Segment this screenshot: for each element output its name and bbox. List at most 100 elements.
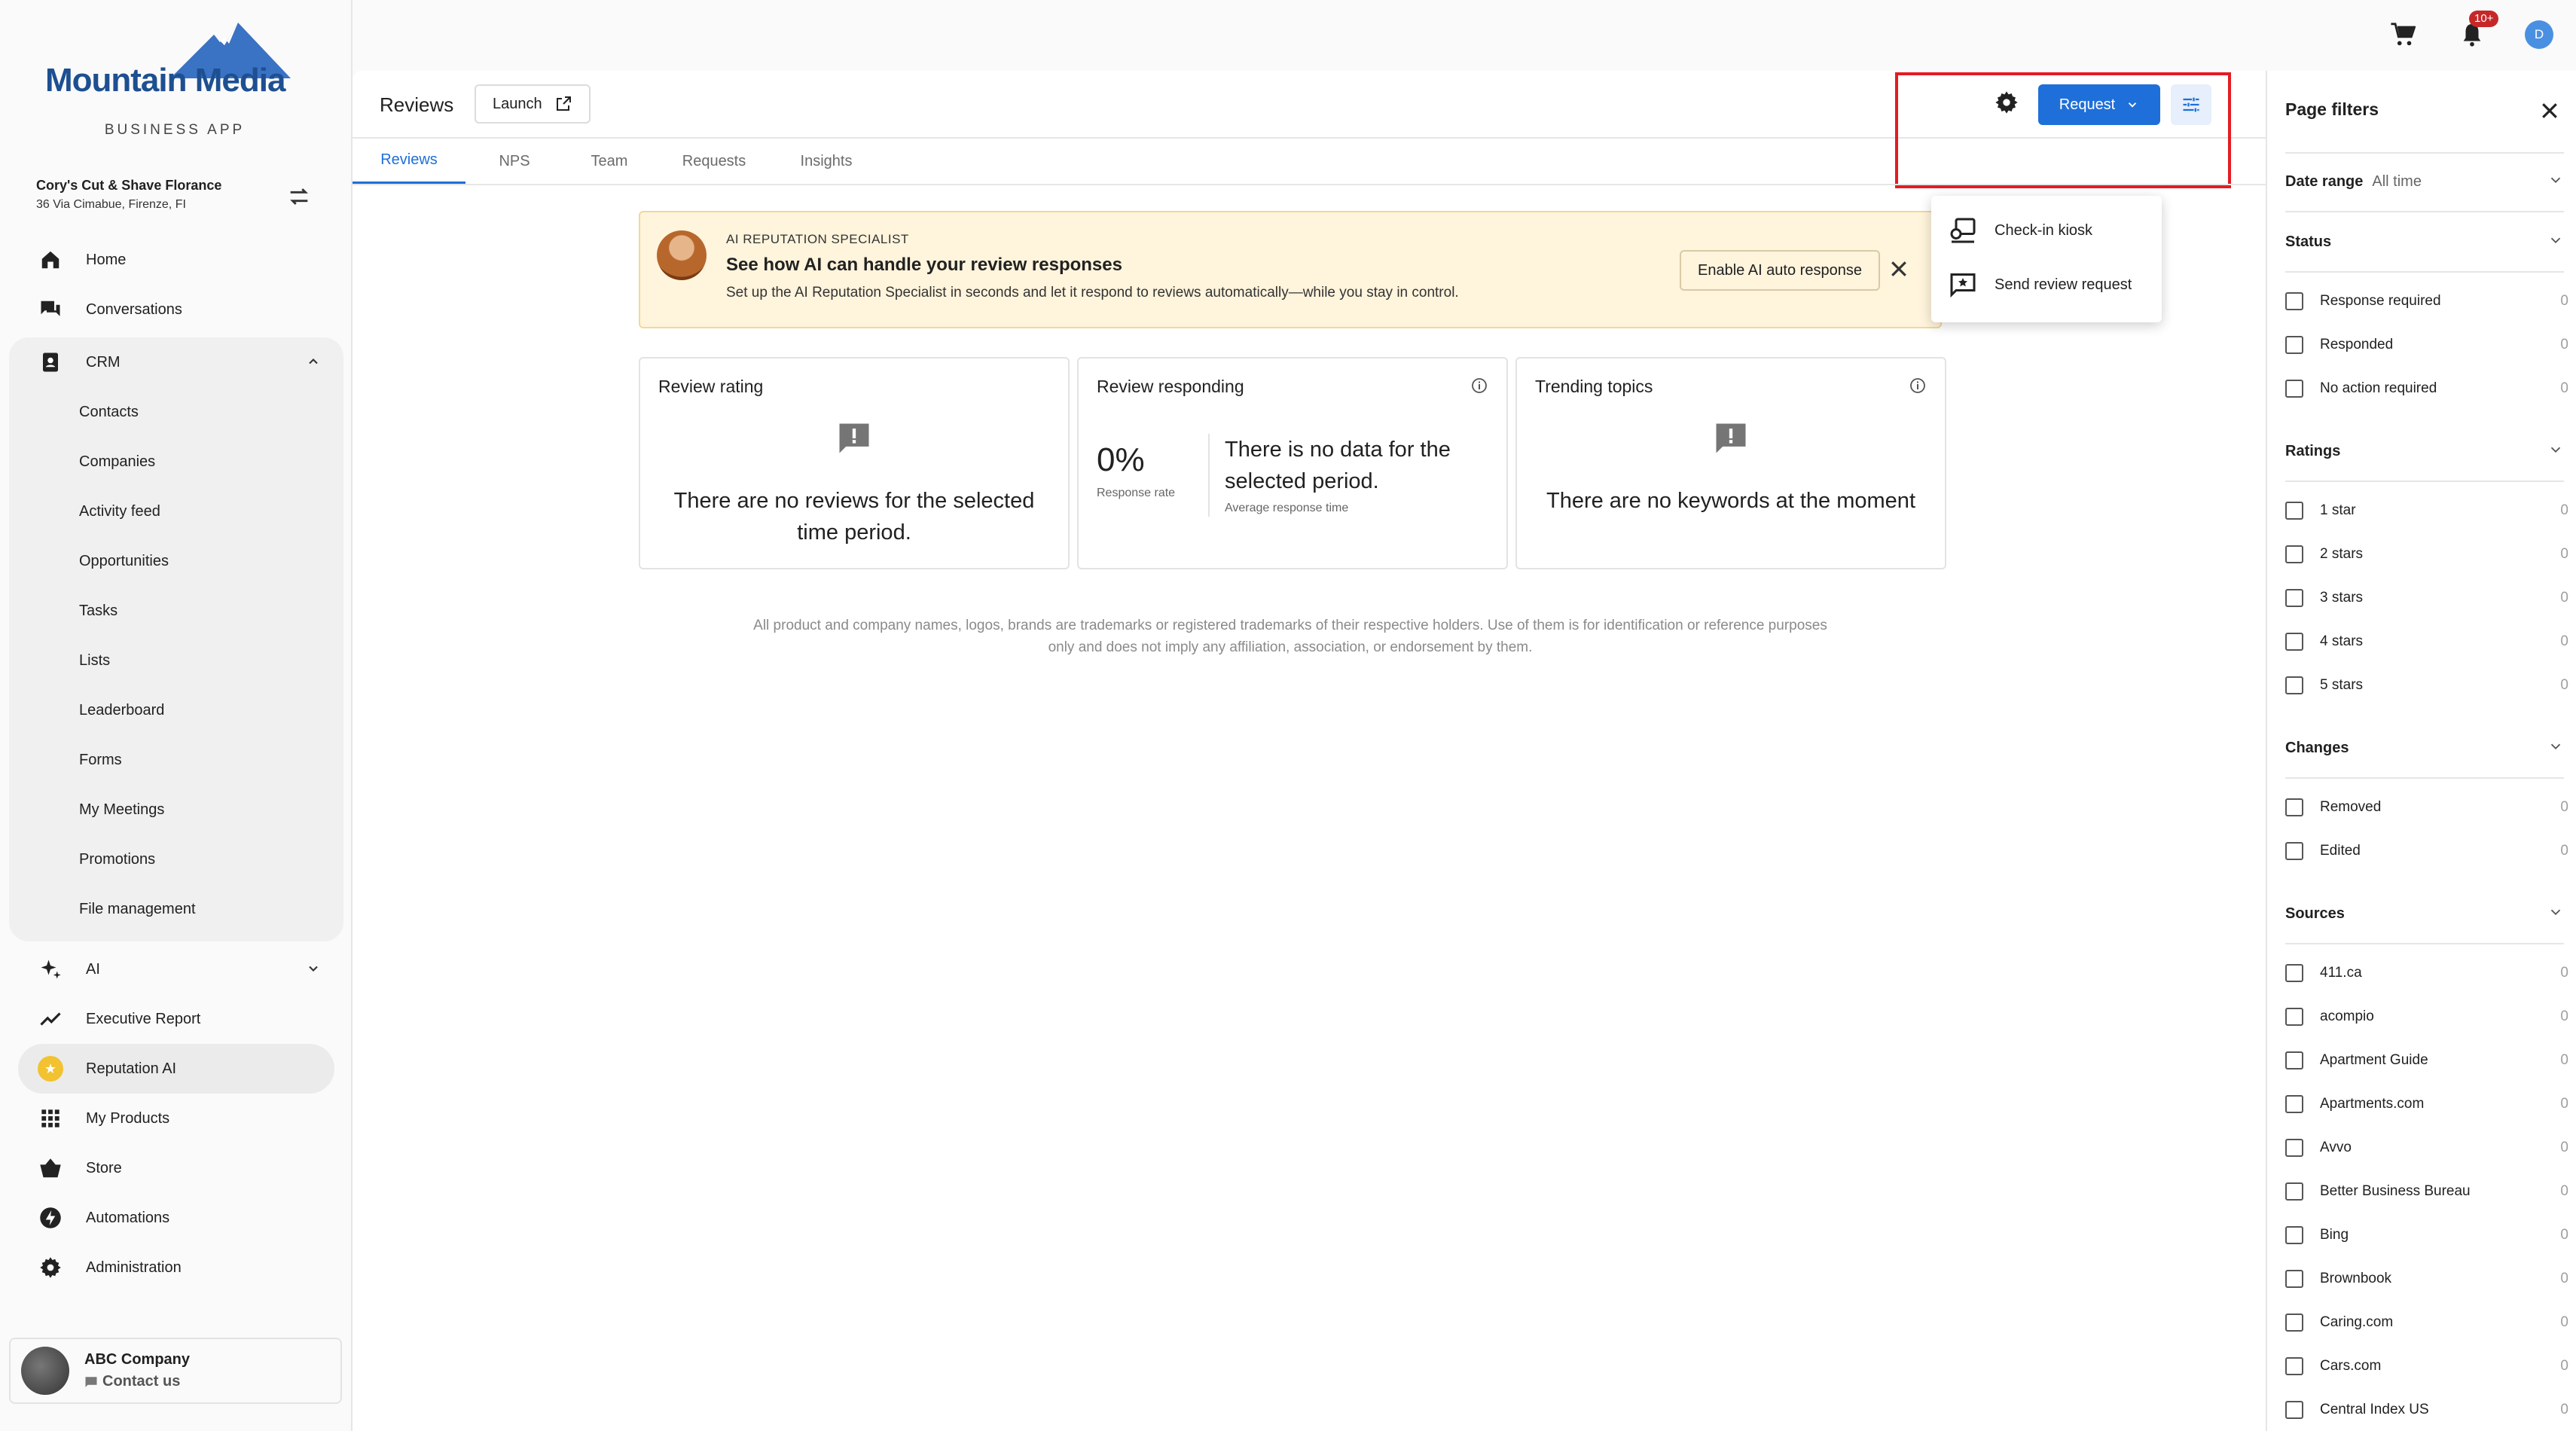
sidebar-item-my-products[interactable]: My Products (9, 1094, 343, 1143)
filter-option[interactable]: Responded 0 (2285, 336, 2568, 354)
filter-option[interactable]: 2 stars 0 (2285, 545, 2568, 563)
option-label: 2 stars (2320, 546, 2364, 562)
checkbox[interactable] (2285, 1182, 2303, 1201)
filter-option[interactable]: Cars.com 0 (2285, 1357, 2568, 1375)
sidebar-item-label: Home (86, 251, 127, 268)
filter-option[interactable]: acompio 0 (2285, 1008, 2568, 1026)
filter-option[interactable]: Apartment Guide 0 (2285, 1051, 2568, 1069)
checkbox[interactable] (2285, 1226, 2303, 1244)
tab-requests[interactable]: Requests (655, 139, 773, 184)
tab-reviews[interactable]: Reviews (353, 139, 465, 184)
sidebar-item-tasks[interactable]: Tasks (9, 586, 343, 636)
checkbox[interactable] (2285, 1051, 2303, 1069)
filter-option[interactable]: 3 stars 0 (2285, 589, 2568, 607)
checkbox[interactable] (2285, 633, 2303, 651)
filter-option[interactable]: Brownbook 0 (2285, 1270, 2568, 1288)
sources-filter-header[interactable]: Sources (2285, 905, 2564, 923)
menu-item-send-review-request[interactable]: Send review request (1931, 258, 2162, 312)
sidebar-item-reputation-ai[interactable]: ★ Reputation AI (18, 1044, 334, 1094)
launch-button[interactable]: Launch (475, 84, 591, 124)
filter-option[interactable]: Better Business Bureau 0 (2285, 1182, 2568, 1201)
checkbox[interactable] (2285, 798, 2303, 816)
chevron-down-icon[interactable] (306, 961, 321, 981)
filter-option[interactable]: No action required 0 (2285, 380, 2568, 398)
filter-option[interactable]: Bing 0 (2285, 1226, 2568, 1244)
filter-option[interactable]: Avvo 0 (2285, 1139, 2568, 1157)
enable-ai-button[interactable]: Enable AI auto response (1680, 250, 1880, 291)
filter-option[interactable]: 4 stars 0 (2285, 633, 2568, 651)
option-label: No action required (2320, 380, 2437, 396)
chevron-up-icon[interactable] (306, 354, 321, 374)
checkbox[interactable] (2285, 1357, 2303, 1375)
menu-item-check-in-kiosk[interactable]: Check-in kiosk (1931, 203, 2162, 258)
filter-option[interactable]: Central Index US 0 (2285, 1401, 2568, 1419)
checkbox[interactable] (2285, 676, 2303, 694)
changes-filter-header[interactable]: Changes (2285, 740, 2564, 757)
cart-icon[interactable] (2386, 18, 2419, 51)
checkbox[interactable] (2285, 380, 2303, 398)
filter-option[interactable]: 1 star 0 (2285, 502, 2568, 520)
checkbox[interactable] (2285, 1270, 2303, 1288)
checkbox[interactable] (2285, 1095, 2303, 1113)
contact-us-link[interactable]: Contact us (84, 1373, 190, 1390)
option-count: 0 (2560, 590, 2568, 606)
chevron-down-icon (2547, 232, 2564, 253)
empty-message: There is no data for the selected period… (1225, 438, 1451, 493)
brand-logo[interactable]: Mountain Media BUSINESS APP (42, 20, 313, 148)
info-icon[interactable] (1909, 377, 1927, 398)
sidebar-item-my-meetings[interactable]: My Meetings (9, 785, 343, 834)
checkbox[interactable] (2285, 1139, 2303, 1157)
sidebar-item-promotions[interactable]: Promotions (9, 834, 343, 884)
checkbox[interactable] (2285, 545, 2303, 563)
sidebar-item-forms[interactable]: Forms (9, 735, 343, 785)
sidebar-item-home[interactable]: Home (9, 235, 343, 285)
checkbox[interactable] (2285, 502, 2303, 520)
sidebar-item-file-management[interactable]: File management (9, 884, 343, 934)
checkbox[interactable] (2285, 964, 2303, 982)
filter-option[interactable]: 411.ca 0 (2285, 964, 2568, 982)
close-icon[interactable] (2538, 99, 2561, 126)
filter-option[interactable]: Response required 0 (2285, 292, 2568, 310)
bell-icon[interactable]: 10+ (2455, 11, 2499, 51)
tab-team[interactable]: Team (563, 139, 655, 184)
sidebar-item-executive-report[interactable]: Executive Report (9, 994, 343, 1044)
sidebar-item-contacts[interactable]: Contacts (9, 387, 343, 437)
sidebar-item-activity-feed[interactable]: Activity feed (9, 487, 343, 536)
checkbox[interactable] (2285, 589, 2303, 607)
sidebar-item-ai[interactable]: AI (9, 944, 343, 994)
sidebar-item-automations[interactable]: Automations (9, 1193, 343, 1243)
ratings-filter-header[interactable]: Ratings (2285, 443, 2564, 460)
option-label: Cars.com (2320, 1358, 2382, 1374)
status-filter-header[interactable]: Status (2285, 233, 2564, 251)
close-icon[interactable] (1888, 258, 1910, 284)
option-label: Responded (2320, 337, 2394, 352)
sidebar-item-administration[interactable]: Administration (9, 1243, 343, 1292)
sidebar-item-companies[interactable]: Companies (9, 437, 343, 487)
sidebar-item-lists[interactable]: Lists (9, 636, 343, 685)
checkbox[interactable] (2285, 1314, 2303, 1332)
switch-location-icon[interactable] (286, 184, 312, 213)
sidebar-item-store[interactable]: Store (9, 1143, 343, 1193)
filter-option[interactable]: Apartments.com 0 (2285, 1095, 2568, 1113)
filter-option[interactable]: 5 stars 0 (2285, 676, 2568, 694)
user-avatar[interactable]: D (2525, 20, 2553, 49)
company-card[interactable]: ABC Company Contact us (9, 1338, 342, 1404)
sidebar-item-leaderboard[interactable]: Leaderboard (9, 685, 343, 735)
filter-option[interactable]: Caring.com 0 (2285, 1314, 2568, 1332)
checkbox[interactable] (2285, 1008, 2303, 1026)
tab-nps[interactable]: NPS (465, 139, 563, 184)
sidebar-item-conversations[interactable]: Conversations (9, 285, 343, 334)
filter-option[interactable]: Edited 0 (2285, 842, 2568, 860)
tab-insights[interactable]: Insights (773, 139, 880, 184)
option-count: 0 (2560, 843, 2568, 859)
info-icon[interactable] (1470, 377, 1488, 398)
checkbox[interactable] (2285, 842, 2303, 860)
sidebar-item-opportunities[interactable]: Opportunities (9, 536, 343, 586)
sidebar-item-crm[interactable]: CRM (9, 337, 343, 387)
option-count: 0 (2560, 1008, 2568, 1024)
checkbox[interactable] (2285, 1401, 2303, 1419)
checkbox[interactable] (2285, 292, 2303, 310)
filter-option[interactable]: Removed 0 (2285, 798, 2568, 816)
checkbox[interactable] (2285, 336, 2303, 354)
date-range-filter[interactable]: Date range All time (2285, 173, 2564, 191)
